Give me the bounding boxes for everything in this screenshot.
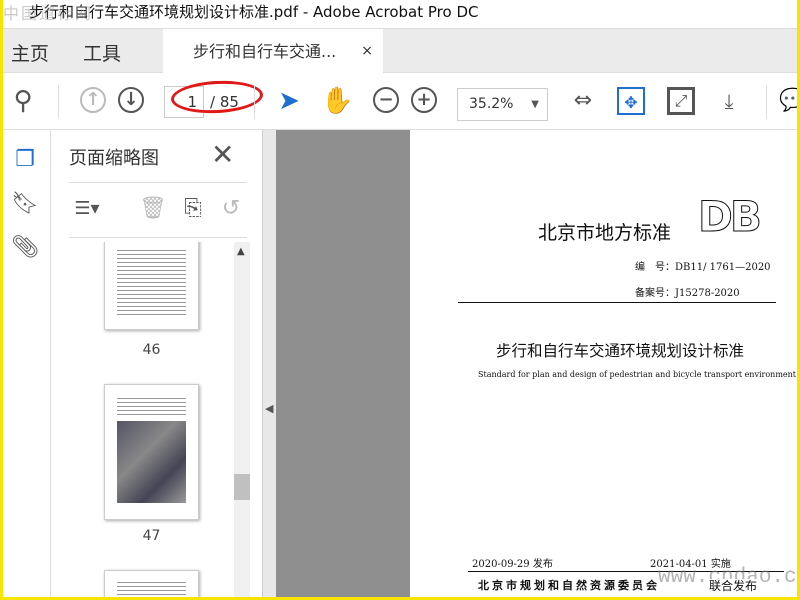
org-title: 北京市地方标准 xyxy=(538,222,672,244)
divider xyxy=(58,85,59,119)
tab-home[interactable]: 主页 xyxy=(11,39,49,66)
divider xyxy=(254,85,255,119)
document-title-cn: 步行和自行车交通环境规划设计标准 xyxy=(496,342,745,360)
comment-icon[interactable]: 💬 xyxy=(779,87,797,115)
thumbnails-panel: 页面缩略图 ✕ ☰▾ 🗑︎ ⎘ ↺ 46 47 ▲ xyxy=(51,130,262,597)
scrollbar-thumb[interactable] xyxy=(234,474,250,500)
collapse-panel-handle[interactable]: ◀ xyxy=(262,130,276,597)
next-page-icon[interactable]: ↓ xyxy=(118,87,144,113)
thumbnail-list[interactable]: 46 47 ▲ xyxy=(51,242,262,597)
chevron-down-icon: ▼ xyxy=(531,99,539,110)
bookmark-icon[interactable]: 🔖︎ xyxy=(11,190,39,218)
close-panel-icon[interactable]: ✕ xyxy=(211,138,234,171)
issue-date: 2020-09-29 发布 xyxy=(472,559,553,570)
tab-tools[interactable]: 工具 xyxy=(83,39,121,66)
watermark-logo: 中国道标网 xyxy=(3,4,94,23)
page-number-label: 46 xyxy=(142,342,161,358)
scroll-mode-icon[interactable]: ⤓ xyxy=(715,87,743,115)
zoom-value: 35.2% xyxy=(469,96,514,112)
close-tab-icon[interactable]: × xyxy=(361,29,373,74)
zoom-in-icon[interactable]: + xyxy=(411,87,437,113)
acrobat-window: 中国道标网 步行和自行车交通环境规划设计标准.pdf - Adobe Acrob… xyxy=(3,0,797,597)
tab-document-label: 步行和自行车交通... xyxy=(193,42,337,61)
zoom-out-icon[interactable]: − xyxy=(373,87,399,113)
search-icon[interactable]: ⚲ xyxy=(9,87,37,115)
issuer-joint: 联合发布 xyxy=(707,579,760,593)
tab-bar: 主页 工具 步行和自行车交通... × xyxy=(3,28,797,74)
title-bar: 中国道标网 步行和自行车交通环境规划设计标准.pdf - Adobe Acrob… xyxy=(3,0,797,28)
record-number: J15278-2020 xyxy=(675,288,740,299)
attachment-icon[interactable]: 📎︎ xyxy=(11,234,39,262)
prev-page-icon[interactable]: ↑ xyxy=(80,87,106,113)
window-title: 步行和自行车交通环境规划设计标准.pdf - Adobe Acrobat Pro… xyxy=(29,3,479,21)
page-thumbnails-icon[interactable]: ❐ xyxy=(11,146,39,174)
panel-title: 页面缩略图 xyxy=(69,148,159,169)
full-screen-icon[interactable]: ⤢ xyxy=(667,87,695,115)
standard-code: DB11/ 1761—2020 xyxy=(675,262,771,273)
page-number-label: 47 xyxy=(142,528,161,544)
thumbnail-page-48[interactable] xyxy=(104,570,199,597)
trash-icon[interactable]: 🗑︎ xyxy=(139,195,167,223)
chevron-left-icon: ◀ xyxy=(265,402,274,415)
thumbnail-photos xyxy=(117,421,186,503)
insert-page-icon[interactable]: ⎘ xyxy=(179,195,207,223)
zoom-select[interactable]: 35.2% ▼ xyxy=(457,88,548,121)
code-label: 编 号： xyxy=(635,262,675,273)
thumbnail-scrollbar[interactable]: ▲ xyxy=(234,242,250,597)
issuer: 北京市规划和自然资源委员会 xyxy=(478,579,660,592)
document-title-en: Standard for plan and design of pedestri… xyxy=(478,370,797,379)
select-cursor-icon[interactable]: ➤ xyxy=(275,87,303,115)
thumbnail-page-46[interactable] xyxy=(104,242,199,330)
tab-document[interactable]: 步行和自行车交通... × xyxy=(163,29,383,74)
red-highlight-ellipse xyxy=(170,78,264,116)
record-label: 备案号： xyxy=(635,288,675,299)
document-background xyxy=(276,130,410,597)
options-menu-icon[interactable]: ☰▾ xyxy=(73,195,101,223)
rotate-icon[interactable]: ↺ xyxy=(217,195,245,223)
fit-width-icon[interactable]: ⇔ xyxy=(569,87,597,115)
toolbar: ⚲ ↑ ↓ 1 / 85 ➤ ✋ − + 35.2% ▼ ⇔ ✥ ⤢ ⤓ 💬 xyxy=(3,73,797,130)
pdf-page: 北京市地方标准 DB 编 号：DB11/ 1761—2020 备案号：J1527… xyxy=(410,130,797,597)
divider xyxy=(766,85,767,119)
panel-toolbar: ☰▾ 🗑︎ ⎘ ↺ xyxy=(69,182,247,238)
hand-icon[interactable]: ✋ xyxy=(321,87,353,115)
divider xyxy=(458,302,776,303)
thumbnail-page-47[interactable] xyxy=(104,384,199,520)
navigation-rail: ❐ 🔖︎ 📎︎ xyxy=(3,130,51,597)
db-logo: DB xyxy=(698,192,763,242)
fit-page-icon[interactable]: ✥ xyxy=(617,87,645,115)
